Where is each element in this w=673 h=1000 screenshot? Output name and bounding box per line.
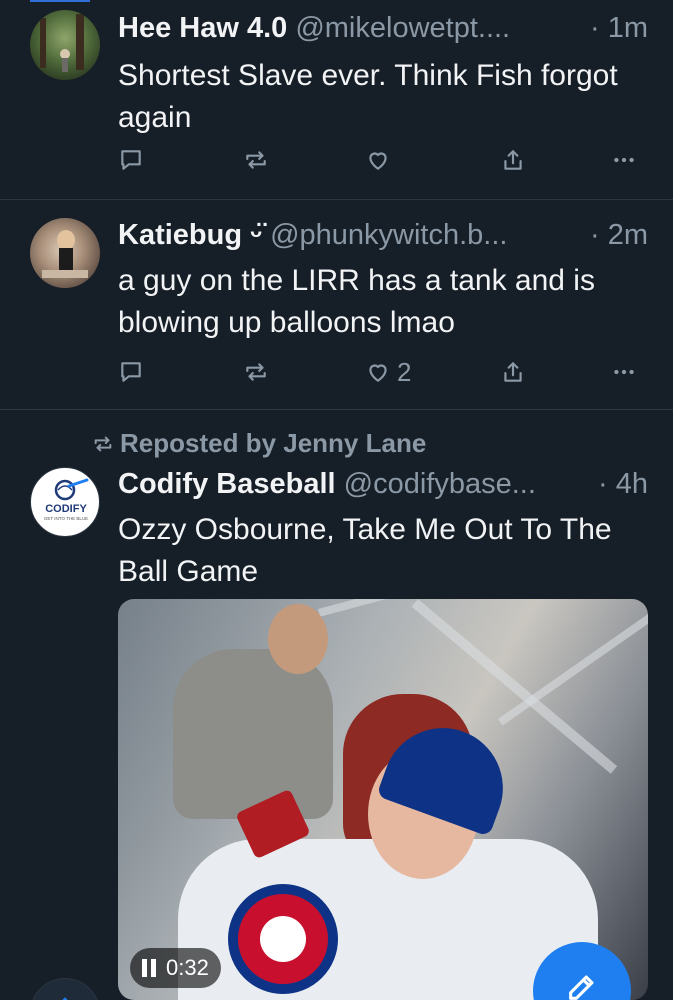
share-upload-icon: [504, 362, 522, 382]
post-header: Katiebug ᵕ̈ @phunkywitch.b... · 2m: [118, 217, 648, 253]
like-button[interactable]: [365, 142, 391, 178]
post-item[interactable]: Katiebug ᵕ̈ @phunkywitch.b... · 2m a guy…: [0, 200, 673, 410]
post-time: · 2m: [584, 217, 648, 253]
post-header: Codify Baseball @codifybase... · 4h: [118, 466, 648, 502]
like-count: 2: [397, 356, 412, 387]
more-options-button[interactable]: [611, 142, 637, 178]
share-button[interactable]: [500, 142, 526, 178]
author-name[interactable]: Codify Baseball: [118, 468, 336, 500]
pencil-edit-icon: [569, 975, 594, 1000]
chevron-up-icon: [62, 997, 68, 1000]
post-time: · 1m: [584, 10, 648, 46]
reply-button[interactable]: [118, 354, 144, 390]
author-handle[interactable]: @phunkywitch.b...: [270, 219, 507, 251]
post-actions: 2: [118, 354, 643, 390]
post-item[interactable]: Hee Haw 4.0 @mikelowetpt.... · 1m Shorte…: [0, 0, 673, 200]
share-upload-icon: [504, 150, 522, 170]
stadium-beam: [318, 599, 648, 617]
heart-icon: [369, 152, 387, 170]
post-divider: [0, 409, 673, 410]
author-name[interactable]: Hee Haw 4.0: [118, 12, 287, 44]
more-options-button[interactable]: [611, 354, 637, 390]
repost-button[interactable]: [243, 354, 269, 390]
speech-bubble-icon: [121, 362, 141, 382]
reply-button[interactable]: [118, 142, 144, 178]
repost-attribution[interactable]: Reposted by Jenny Lane: [92, 428, 426, 459]
heart-icon: [369, 364, 387, 382]
speech-bubble-icon: [121, 150, 141, 170]
pause-icon[interactable]: [142, 959, 156, 977]
playback-control[interactable]: 0:32: [130, 948, 221, 988]
author-handle[interactable]: @codifybase...: [344, 468, 536, 500]
video-timestamp: 0:32: [166, 955, 209, 980]
avatar[interactable]: [30, 218, 100, 288]
author-handle[interactable]: @mikelowetpt....: [295, 12, 510, 44]
video-figure: [268, 604, 328, 674]
post-actions: [118, 142, 643, 178]
repost-arrows-icon: [246, 363, 266, 381]
like-button[interactable]: 2: [365, 354, 411, 390]
avatar[interactable]: CODIFY GET INTO THE BLUE: [30, 467, 100, 537]
ellipsis-icon: [614, 157, 634, 163]
post-text: Shortest Slave ever. Think Fish forgot a…: [118, 59, 618, 134]
post-header: Hee Haw 4.0 @mikelowetpt.... · 1m: [118, 10, 648, 46]
post-text: Ozzy Osbourne, Take Me Out To The Ball G…: [118, 513, 612, 588]
post-text: a guy on the LIRR has a tank and is blow…: [118, 264, 595, 339]
team-logo: [228, 884, 338, 994]
repost-arrows-icon: [246, 151, 266, 169]
ellipsis-icon: [614, 369, 634, 375]
scroll-to-top-button[interactable]: [30, 978, 100, 1000]
avatar-brand-text: CODIFY: [45, 503, 87, 515]
video-player[interactable]: 0:32: [118, 599, 648, 1000]
feed: Hee Haw 4.0 @mikelowetpt.... · 1m Shorte…: [0, 0, 673, 1000]
stadium-beam: [498, 604, 648, 726]
avatar[interactable]: [30, 10, 100, 80]
post-time: · 4h: [592, 466, 648, 502]
repost-button[interactable]: [243, 142, 269, 178]
repost-arrows-icon: [94, 436, 112, 451]
avatar-brand-subtext: GET INTO THE BLUE: [44, 516, 88, 521]
video-figure: [173, 649, 333, 819]
repost-label: Reposted by Jenny Lane: [120, 428, 427, 458]
share-button[interactable]: [500, 354, 526, 390]
author-name[interactable]: Katiebug ᵕ̈: [118, 219, 262, 251]
